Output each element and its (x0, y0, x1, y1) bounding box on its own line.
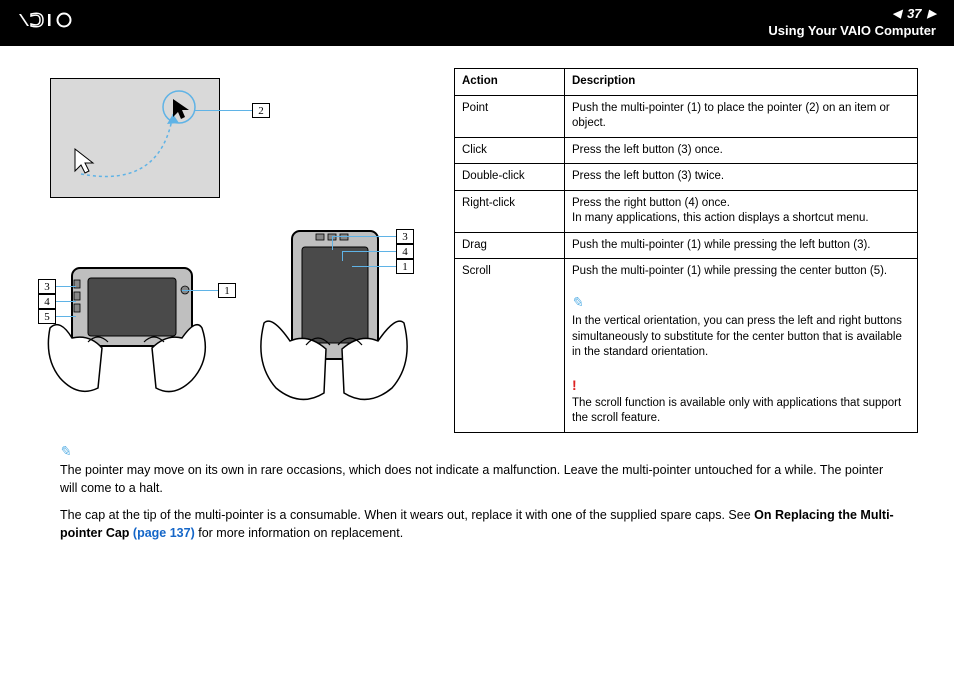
leader-line (342, 251, 396, 252)
page-nav[interactable]: ◀ 37 ▶ (768, 6, 936, 23)
leader-line (56, 301, 76, 302)
leader-line (56, 316, 76, 317)
th-desc: Description (565, 69, 918, 96)
cell-action: Double-click (455, 164, 565, 191)
cell-desc: Push the multi-pointer (1) while pressin… (565, 259, 918, 433)
table-row: Point Push the multi-pointer (1) to plac… (455, 95, 918, 137)
cross-reference-page[interactable]: (page 137) (133, 526, 195, 540)
figure-area: 2 (36, 68, 426, 428)
callout-2: 2 (252, 103, 270, 118)
cell-action: Drag (455, 232, 565, 259)
scroll-note: In the vertical orientation, you can pre… (572, 315, 902, 358)
leader-line (352, 266, 396, 267)
scroll-desc: Push the multi-pointer (1) while pressin… (572, 265, 887, 277)
cell-action: Right-click (455, 190, 565, 232)
callout-4b: 4 (396, 244, 414, 259)
note-paragraph: The cap at the tip of the multi-pointer … (60, 507, 894, 542)
figure-column: 2 (36, 68, 426, 433)
cell-action: Click (455, 137, 565, 164)
warning-icon: ! (572, 377, 577, 393)
cell-desc: Push the multi-pointer (1) to place the … (565, 95, 918, 137)
actions-table: Action Description Point Push the multi-… (454, 68, 918, 433)
note-paragraph: ✎ The pointer may move on its own in rar… (60, 443, 894, 498)
table-column: Action Description Point Push the multi-… (454, 68, 918, 433)
nav-next-icon[interactable]: ▶ (928, 7, 936, 21)
leader-line (182, 290, 218, 291)
table-row: Click Press the left button (3) once. (455, 137, 918, 164)
cell-desc: Press the right button (4) once. In many… (565, 190, 918, 232)
cell-desc: Push the multi-pointer (1) while pressin… (565, 232, 918, 259)
content: 2 (0, 46, 954, 433)
table-header-row: Action Description (455, 69, 918, 96)
header-right: ◀ 37 ▶ Using Your VAIO Computer (768, 6, 936, 40)
callout-3: 3 (38, 279, 56, 294)
leader-line (332, 236, 333, 250)
nav-prev-icon[interactable]: ◀ (893, 7, 901, 21)
leader-line (194, 110, 252, 111)
page-number: 37 (907, 6, 921, 23)
note-text-1: The pointer may move on its own in rare … (60, 463, 883, 495)
scroll-warn: The scroll function is available only wi… (572, 397, 901, 425)
leader-line (342, 251, 343, 261)
cell-action: Point (455, 95, 565, 137)
callout-5: 5 (38, 309, 56, 324)
leader-line (56, 286, 76, 287)
table-row: Drag Push the multi-pointer (1) while pr… (455, 232, 918, 259)
leader-line (332, 236, 396, 237)
cell-action: Scroll (455, 259, 565, 433)
table-row: Double-click Press the left button (3) t… (455, 164, 918, 191)
note-text-2a: The cap at the tip of the multi-pointer … (60, 508, 754, 522)
callout-1: 1 (218, 283, 236, 298)
cell-desc: Press the left button (3) twice. (565, 164, 918, 191)
header: ◀ 37 ▶ Using Your VAIO Computer (0, 0, 954, 46)
note-icon: ✎ (58, 443, 73, 463)
section-title: Using Your VAIO Computer (768, 23, 936, 40)
table-row: Right-click Press the right button (4) o… (455, 190, 918, 232)
note-icon: ✎ (570, 295, 585, 314)
callout-3b: 3 (396, 229, 414, 244)
device-horizontal (42, 248, 212, 408)
callout-4: 4 (38, 294, 56, 309)
pointer-screen-demo (50, 78, 220, 198)
callout-1b: 1 (396, 259, 414, 274)
cell-desc: Press the left button (3) once. (565, 137, 918, 164)
brand-logo (18, 9, 128, 37)
body-notes: ✎ The pointer may move on its own in rar… (0, 433, 954, 543)
table-row: Scroll Push the multi-pointer (1) while … (455, 259, 918, 433)
note-text-2b: for more information on replacement. (195, 526, 403, 540)
th-action: Action (455, 69, 565, 96)
